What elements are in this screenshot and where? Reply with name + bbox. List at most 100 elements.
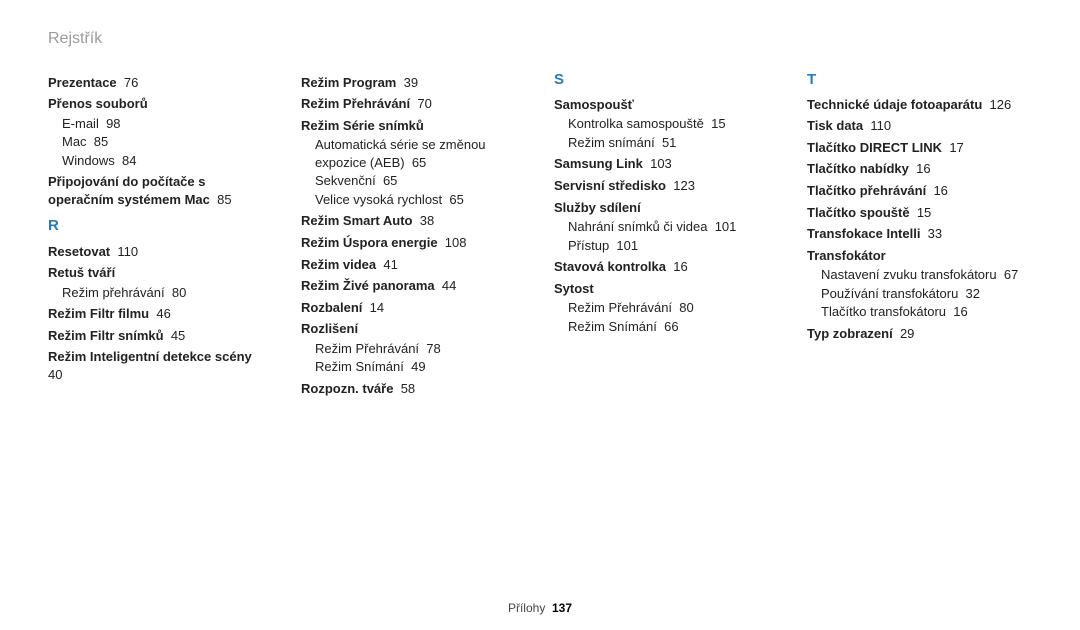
index-entry: Transfokace Intelli 33 [807, 225, 1032, 243]
subentry-page: 15 [711, 116, 725, 131]
index-letter-T: T [807, 70, 1032, 90]
index-subentry: Režim Snímání 66 [568, 318, 779, 336]
entry-page: 39 [404, 75, 418, 90]
index-entry: Transfokátor [807, 247, 1032, 265]
index-subentry: Kontrolka samospouště 15 [568, 115, 779, 133]
entry-page: 16 [933, 183, 947, 198]
subentry-term: Kontrolka samospouště [568, 116, 704, 131]
subentry-term: Režim Přehrávání [315, 341, 419, 356]
entry-page: 16 [916, 161, 930, 176]
subentry-term: Windows [62, 153, 115, 168]
entry-term: Režim Program [301, 75, 396, 90]
index-entry: Servisní středisko 123 [554, 177, 779, 195]
index-entry: Stavová kontrolka 16 [554, 258, 779, 276]
subentry-page: 101 [715, 219, 737, 234]
index-entry: Režim videa 41 [301, 256, 526, 274]
entry-page: 14 [370, 300, 384, 315]
index-subentry: Tlačítko transfokátoru 16 [821, 303, 1032, 321]
entry-page: 103 [650, 156, 672, 171]
index-entry: Služby sdílení [554, 199, 779, 217]
entry-page: 76 [124, 75, 138, 90]
index-subentry: Automatická série se změnou expozice (AE… [315, 136, 526, 171]
index-subentry: Režim přehrávání 80 [62, 284, 273, 302]
subentry-page: 78 [426, 341, 440, 356]
index-page: Rejstřík Prezentace 76 Přenos souborů E-… [0, 0, 1080, 630]
subentry-page: 66 [664, 319, 678, 334]
index-subentry: Režim Přehrávání 80 [568, 299, 779, 317]
entry-term: Transfokátor [807, 248, 886, 263]
index-column-3: S Samospoušť Kontrolka samospouště 15 Re… [554, 70, 779, 400]
entry-term: Stavová kontrolka [554, 259, 666, 274]
entry-term: Režim Filtr filmu [48, 306, 149, 321]
index-subentry: Režim snímání 51 [568, 134, 779, 152]
index-entry: Resetovat 110 [48, 243, 273, 261]
index-entry: Režim Inteligentní detekce scény 40 [48, 348, 273, 383]
index-entry: Režim Filtr snímků 45 [48, 327, 273, 345]
index-column-4: T Technické údaje fotoaparátu 126 Tisk d… [807, 70, 1032, 400]
entry-term: Režim videa [301, 257, 376, 272]
footer-label: Přílohy [508, 601, 545, 615]
index-entry: Rozpozn. tváře 58 [301, 380, 526, 398]
subentry-term: E-mail [62, 116, 99, 131]
index-entry: Samsung Link 103 [554, 155, 779, 173]
index-entry: Prezentace 76 [48, 74, 273, 92]
subentry-page: 101 [616, 238, 638, 253]
index-entry: Rozbalení 14 [301, 299, 526, 317]
index-entry: Tlačítko přehrávání 16 [807, 182, 1032, 200]
index-subentry: Používání transfokátoru 32 [821, 285, 1032, 303]
subentry-page: 65 [383, 173, 397, 188]
index-subentry: Windows 84 [62, 152, 273, 170]
entry-page: 15 [917, 205, 931, 220]
entry-term: Režim Přehrávání [301, 96, 410, 111]
page-title: Rejstřík [48, 28, 1032, 50]
entry-term: Režim Filtr snímků [48, 328, 164, 343]
entry-term: Samospoušť [554, 97, 634, 112]
index-entry: Tisk data 110 [807, 117, 1032, 135]
index-entry: Typ zobrazení 29 [807, 325, 1032, 343]
entry-page: 108 [445, 235, 467, 250]
index-entry: Režim Smart Auto 38 [301, 212, 526, 230]
subentry-term: Mac [62, 134, 87, 149]
index-column-2: Režim Program 39 Režim Přehrávání 70 Rež… [301, 70, 526, 400]
index-entry: Rozlišení [301, 320, 526, 338]
index-entry: Režim Série snímků [301, 117, 526, 135]
entry-term: Rozpozn. tváře [301, 381, 393, 396]
subentry-term: Nahrání snímků či videa [568, 219, 707, 234]
entry-term: Resetovat [48, 244, 110, 259]
entry-page: 41 [383, 257, 397, 272]
entry-term: Typ zobrazení [807, 326, 893, 341]
index-entry: Tlačítko nabídky 16 [807, 160, 1032, 178]
index-subentry: Režim Snímání 49 [315, 358, 526, 376]
entry-page: 33 [928, 226, 942, 241]
index-entry: Režim Filtr filmu 46 [48, 305, 273, 323]
index-entry: Sytost [554, 280, 779, 298]
subentry-page: 85 [94, 134, 108, 149]
page-footer: Přílohy 137 [0, 600, 1080, 616]
entry-page: 17 [949, 140, 963, 155]
index-subentry: Režim Přehrávání 78 [315, 340, 526, 358]
index-entry: Režim Úspora energie 108 [301, 234, 526, 252]
subentry-page: 51 [662, 135, 676, 150]
index-entry: Retuš tváří [48, 264, 273, 282]
index-subentry: Nahrání snímků či videa 101 [568, 218, 779, 236]
entry-term: Retuš tváří [48, 265, 115, 280]
subentry-term: Režim snímání [568, 135, 655, 150]
entry-page: 29 [900, 326, 914, 341]
entry-page: 44 [442, 278, 456, 293]
subentry-term: Přístup [568, 238, 609, 253]
entry-term: Sytost [554, 281, 594, 296]
entry-page: 38 [420, 213, 434, 228]
entry-term: Prezentace [48, 75, 117, 90]
index-subentry: Velice vysoká rychlost 65 [315, 191, 526, 209]
subentry-page: 65 [449, 192, 463, 207]
entry-term: Tlačítko nabídky [807, 161, 909, 176]
entry-page: 70 [417, 96, 431, 111]
subentry-term: Velice vysoká rychlost [315, 192, 442, 207]
entry-term: Servisní středisko [554, 178, 666, 193]
subentry-term: Režim Snímání [568, 319, 657, 334]
subentry-page: 65 [412, 155, 426, 170]
entry-term: Režim Smart Auto [301, 213, 412, 228]
entry-term: Rozbalení [301, 300, 362, 315]
index-entry: Režim Program 39 [301, 74, 526, 92]
index-columns: Prezentace 76 Přenos souborů E-mail 98 M… [48, 70, 1032, 400]
